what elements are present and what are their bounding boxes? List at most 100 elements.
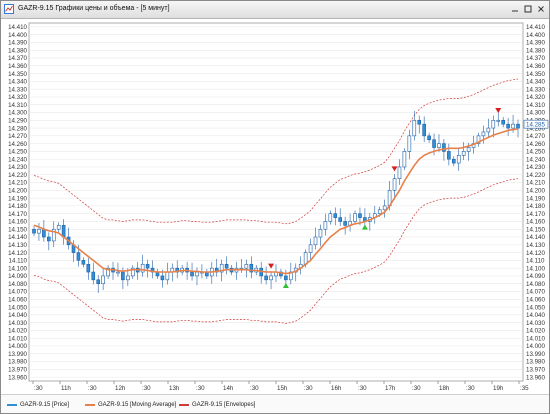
- candle[interactable]: [382, 205, 387, 211]
- candle[interactable]: [377, 209, 382, 214]
- candle[interactable]: [501, 119, 505, 125]
- candle[interactable]: [323, 221, 328, 230]
- legend-label-envelopes: GAZR-9.15 [Envelopes]: [192, 402, 256, 408]
- candle[interactable]: [486, 127, 491, 133]
- chart-window: GAZR-9.15 Графики цены и объема - [5 мин…: [0, 0, 550, 414]
- price-chart[interactable]: 14.410 14.41014.400 14.40014.390 14.39014.3…: [1, 19, 549, 394]
- y-tick-label-left: 14.330: [8, 86, 27, 93]
- chart-legend: GAZR-9.15 [Price] GAZR-9.15 [Moving Aver…: [1, 394, 549, 413]
- y-tick-label-right: 14.380: [526, 47, 545, 54]
- candle[interactable]: [308, 244, 313, 253]
- candle[interactable]: [422, 123, 426, 137]
- candle[interactable]: [447, 151, 451, 160]
- candle[interactable]: [284, 275, 288, 281]
- maximize-icon[interactable]: [523, 4, 533, 14]
- y-tick-label-right: 13.970: [526, 367, 545, 374]
- candle[interactable]: [358, 213, 362, 218]
- candle[interactable]: [511, 123, 515, 129]
- candle[interactable]: [427, 135, 431, 141]
- candle[interactable]: [318, 228, 323, 238]
- candle[interactable]: [432, 139, 436, 148]
- candle[interactable]: [160, 275, 165, 281]
- candle[interactable]: [76, 252, 81, 261]
- candle[interactable]: [86, 263, 91, 273]
- y-tick-label-right: 14.360: [526, 63, 545, 70]
- candle[interactable]: [264, 275, 268, 281]
- y-tick-label-right: 14.210: [526, 180, 545, 187]
- y-tick-label-left: 14.160: [8, 219, 27, 226]
- candle[interactable]: [101, 275, 105, 285]
- candle[interactable]: [190, 271, 194, 277]
- candle[interactable]: [328, 213, 333, 222]
- candle[interactable]: [338, 217, 343, 222]
- candle[interactable]: [121, 271, 125, 281]
- candle[interactable]: [244, 263, 249, 269]
- candle[interactable]: [491, 119, 496, 129]
- candle[interactable]: [37, 228, 41, 234]
- candle[interactable]: [116, 271, 120, 274]
- price-chart-area[interactable]: 14.410 14.410 14.400 14.400 14.390 14.390 14.3…: [1, 19, 549, 394]
- candle[interactable]: [407, 135, 412, 152]
- candle[interactable]: [481, 131, 486, 137]
- minimize-icon[interactable]: [510, 4, 520, 14]
- plot-area[interactable]: [28, 22, 524, 382]
- candle[interactable]: [412, 119, 417, 137]
- candle[interactable]: [402, 151, 407, 168]
- y-tick-label-left: 14.240: [8, 156, 27, 163]
- x-tick-label: 15h: [277, 385, 288, 392]
- y-tick-label-right: 14.050: [526, 304, 545, 311]
- candle[interactable]: [456, 155, 461, 164]
- candle[interactable]: [126, 275, 130, 281]
- candle[interactable]: [466, 147, 471, 152]
- candle[interactable]: [56, 225, 61, 230]
- y-tick-label-right: 13.960: [526, 374, 545, 381]
- candle[interactable]: [417, 119, 422, 125]
- candle[interactable]: [437, 143, 441, 148]
- y-tick-label-right: 14.130: [526, 242, 545, 249]
- y-tick-label-left: 14.340: [8, 79, 27, 86]
- candle[interactable]: [496, 119, 501, 122]
- candle[interactable]: [333, 213, 338, 218]
- y-tick-label-right: 14.350: [526, 71, 545, 78]
- candle[interactable]: [506, 123, 510, 129]
- candle[interactable]: [392, 178, 397, 191]
- candle[interactable]: [47, 236, 51, 242]
- candle[interactable]: [140, 263, 145, 273]
- y-tick-label-left: 14.300: [8, 110, 27, 117]
- candle[interactable]: [353, 213, 357, 222]
- title-bar[interactable]: GAZR-9.15 Графики цены и объема - [5 мин…: [1, 1, 549, 19]
- candle[interactable]: [343, 221, 347, 226]
- y-tick-label-right: 14.310: [526, 102, 545, 109]
- legend-item-moving-average[interactable]: GAZR-9.15 [Moving Average]: [85, 400, 176, 410]
- x-tick-label: :30: [250, 385, 259, 392]
- legend-item-envelopes[interactable]: GAZR-9.15 [Envelopes]: [179, 400, 255, 410]
- x-tick-label: :30: [196, 385, 205, 392]
- candle[interactable]: [516, 123, 520, 129]
- y-tick-label-left: 14.000: [8, 343, 27, 350]
- legend-item-price[interactable]: GAZR-9.15 [Price]: [7, 400, 69, 410]
- candle[interactable]: [461, 151, 466, 156]
- candle[interactable]: [451, 158, 456, 164]
- candle[interactable]: [224, 263, 229, 269]
- y-tick-label-left: 14.310: [8, 102, 27, 109]
- candle[interactable]: [145, 263, 150, 269]
- y-tick-label-left: 14.360: [8, 63, 27, 70]
- y-tick-label-right: 14.070: [526, 289, 545, 296]
- candle[interactable]: [397, 166, 402, 179]
- candle[interactable]: [442, 143, 446, 152]
- candle[interactable]: [96, 279, 101, 285]
- candle[interactable]: [81, 260, 86, 265]
- y-tick-label-left: 14.390: [8, 40, 27, 47]
- y-tick-label-right: 14.030: [526, 320, 545, 327]
- candle[interactable]: [42, 228, 46, 238]
- x-tick-label: :30: [34, 385, 43, 392]
- y-tick-label-left: 14.040: [8, 312, 27, 319]
- candle[interactable]: [91, 271, 96, 281]
- candle[interactable]: [313, 236, 318, 246]
- y-tick-label-left: 14.100: [8, 265, 27, 272]
- candle[interactable]: [165, 271, 170, 281]
- close-icon[interactable]: [536, 4, 546, 14]
- candle[interactable]: [269, 275, 273, 281]
- candle[interactable]: [195, 271, 199, 277]
- candle[interactable]: [32, 228, 36, 234]
